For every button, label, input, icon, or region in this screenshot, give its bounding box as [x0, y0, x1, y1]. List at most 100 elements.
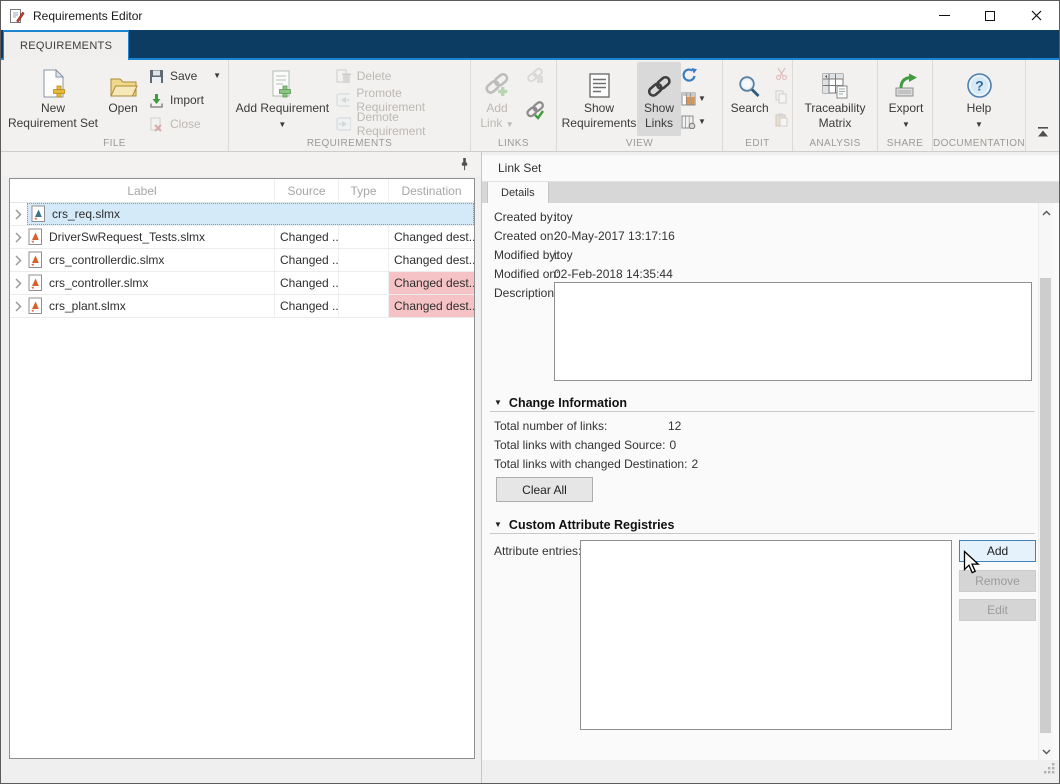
- export-arrow-icon: [893, 64, 920, 101]
- section-custom-attribute-registries[interactable]: ▼ Custom Attribute Registries: [490, 516, 1035, 534]
- resize-grip[interactable]: [1043, 762, 1056, 780]
- columns-view-button[interactable]: ▼: [681, 87, 719, 110]
- collapse-ribbon-icon: [1036, 126, 1050, 138]
- table-row[interactable]: crs_req.slmx: [10, 203, 474, 226]
- arrow-left-box-icon: [336, 93, 351, 107]
- chevron-down-icon[interactable]: ▼: [213, 71, 221, 81]
- floppy-icon: [149, 69, 164, 84]
- minimize-button[interactable]: [921, 1, 967, 30]
- save-button[interactable]: Save ▼: [145, 64, 225, 88]
- column-header-type[interactable]: Type: [339, 179, 389, 202]
- table-header-row: Label Source Type Destination: [10, 179, 474, 203]
- table-row[interactable]: DriverSwRequest_Tests.slmx Changed ... C…: [10, 226, 474, 249]
- pages-icon: [775, 90, 788, 104]
- add-requirement-button[interactable]: Add Requirement ▼: [233, 62, 332, 136]
- tab-details[interactable]: Details: [487, 182, 549, 203]
- window-title: Requirements Editor: [33, 9, 142, 23]
- details-scrollbar[interactable]: [1038, 203, 1053, 760]
- table-row[interactable]: crs_controller.slmx Changed ... Changed …: [10, 272, 474, 295]
- column-options-button[interactable]: ▼: [681, 110, 719, 133]
- row-source-cell: Changed ...: [275, 226, 339, 248]
- expand-chevron-icon[interactable]: [10, 278, 27, 289]
- traceability-matrix-label: Traceability Matrix: [797, 101, 873, 131]
- stat-changed-source: Total links with changed Source: 0: [494, 438, 676, 452]
- maximize-button[interactable]: [967, 1, 1013, 30]
- column-header-destination[interactable]: Destination: [389, 179, 474, 202]
- delete-label: Delete: [357, 69, 392, 83]
- edit-attribute-button: Edit: [959, 599, 1036, 621]
- link-set-file-icon: [28, 297, 43, 315]
- search-button[interactable]: Search: [727, 62, 772, 136]
- expand-chevron-icon[interactable]: [10, 301, 27, 312]
- row-label: crs_req.slmx: [52, 207, 120, 221]
- copy-button: [775, 85, 788, 108]
- tab-requirements[interactable]: REQUIREMENTS: [3, 30, 129, 60]
- requirements-editor-window: Requirements Editor REQUIREMENTS New Req…: [0, 0, 1060, 784]
- ribbon-group-view: Show Requirements Show Links ▼ ▼: [557, 60, 723, 151]
- row-label: DriverSwRequest_Tests.slmx: [49, 230, 205, 244]
- traceability-matrix-button[interactable]: Traceability Matrix: [797, 62, 873, 136]
- group-label-documentation: DOCUMENTATION: [933, 138, 1025, 149]
- section-change-information[interactable]: ▼ Change Information: [490, 394, 1035, 412]
- new-requirement-set-button[interactable]: New Requirement Set: [5, 62, 101, 136]
- chevron-down-icon[interactable]: ▼: [278, 120, 286, 129]
- demote-requirement-button: Demote Requirement: [332, 112, 468, 136]
- row-destination-cell-changed: Changed dest...: [389, 295, 474, 317]
- chain-trash-icon: [525, 67, 545, 84]
- help-button[interactable]: ? Help▼: [937, 62, 1021, 136]
- ribbon-group-requirements: Add Requirement ▼ Delete Promote Require…: [229, 60, 471, 151]
- chevron-down-icon[interactable]: ▼: [902, 120, 910, 129]
- scroll-up-icon[interactable]: [1039, 205, 1053, 219]
- demote-requirement-label: Demote Requirement: [357, 110, 464, 138]
- refresh-button[interactable]: [681, 64, 719, 87]
- show-links-button[interactable]: Show Links: [637, 62, 681, 136]
- collapse-section-icon[interactable]: ▼: [494, 520, 502, 529]
- chevron-down-icon[interactable]: ▼: [975, 120, 983, 129]
- selected-row-highlight[interactable]: crs_req.slmx: [27, 203, 474, 225]
- ribbon-group-links: Add Link ▼ LINKS: [471, 60, 557, 151]
- clear-all-button[interactable]: Clear All: [496, 477, 593, 502]
- custom-attribute-registries-title: Custom Attribute Registries: [509, 518, 675, 532]
- expand-chevron-icon[interactable]: [10, 209, 27, 220]
- group-label-file: FILE: [1, 138, 228, 149]
- collapse-ribbon-button[interactable]: [1036, 125, 1050, 143]
- close-button[interactable]: [1013, 1, 1059, 30]
- link-set-file-icon: [28, 228, 43, 246]
- expand-chevron-icon[interactable]: [10, 232, 27, 243]
- pin-icon[interactable]: [460, 157, 469, 176]
- description-textarea[interactable]: [554, 282, 1032, 381]
- chain-check-icon: [524, 101, 546, 121]
- close-file-label: Close: [170, 117, 201, 131]
- modified-on-label: Modified on:: [494, 267, 559, 281]
- link-sets-pane: Label Source Type Destination crs_req.sl…: [1, 152, 482, 783]
- row-label: crs_controller.slmx: [49, 276, 148, 290]
- details-pane-title: Link Set: [482, 155, 1059, 182]
- document-lines-icon: [588, 64, 611, 101]
- group-label-view: VIEW: [557, 138, 722, 149]
- scrollbar-thumb[interactable]: [1040, 278, 1051, 733]
- link-set-file-icon: [28, 251, 43, 269]
- close-file-button: Close: [145, 112, 225, 136]
- add-link-button: Add Link ▼: [475, 62, 519, 136]
- collapse-section-icon[interactable]: ▼: [494, 398, 502, 407]
- column-header-label[interactable]: Label: [10, 179, 275, 202]
- attribute-entries-listbox[interactable]: [580, 540, 952, 730]
- scroll-down-icon[interactable]: [1039, 744, 1053, 758]
- column-grid-icon: [681, 115, 696, 129]
- open-button[interactable]: Open: [101, 62, 145, 136]
- delete-button: Delete: [332, 64, 468, 88]
- row-label: crs_controllerdic.slmx: [49, 253, 164, 267]
- show-requirements-button[interactable]: Show Requirements: [561, 62, 637, 136]
- save-label: Save: [170, 69, 197, 83]
- import-button[interactable]: Import: [145, 88, 225, 112]
- column-header-source[interactable]: Source: [275, 179, 339, 202]
- refresh-arrow-icon: [681, 67, 698, 84]
- expand-chevron-icon[interactable]: [10, 255, 27, 266]
- link-settings-button[interactable]: [524, 99, 546, 122]
- modified-by-value: itoy: [554, 248, 573, 262]
- document-trash-icon: [336, 69, 351, 84]
- row-type-cell: [339, 249, 389, 271]
- export-button[interactable]: Export▼: [882, 62, 930, 136]
- table-row[interactable]: crs_plant.slmx Changed ... Changed dest.…: [10, 295, 474, 318]
- table-row[interactable]: crs_controllerdic.slmx Changed ... Chang…: [10, 249, 474, 272]
